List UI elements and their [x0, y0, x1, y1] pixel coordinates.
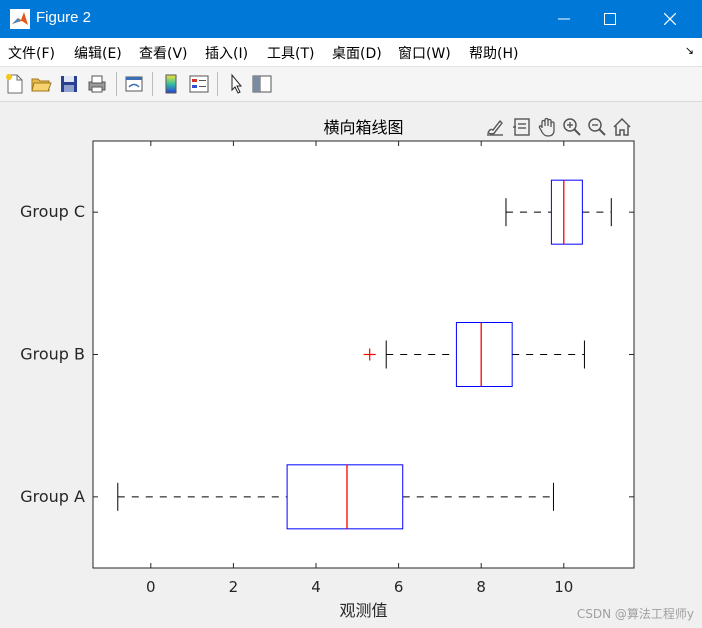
link-plot-icon[interactable]	[123, 73, 145, 95]
menu-help[interactable]: 帮助(H)	[469, 43, 518, 63]
maximize-button[interactable]	[587, 0, 633, 38]
select-pointer-icon[interactable]	[225, 73, 247, 95]
property-inspector-icon[interactable]	[251, 73, 273, 95]
toolbar-separator	[116, 72, 117, 96]
new-figure-icon[interactable]	[4, 73, 26, 95]
menu-tools[interactable]: 工具(T)	[267, 43, 314, 63]
menu-window[interactable]: 窗口(W)	[398, 43, 451, 63]
legend-icon[interactable]	[188, 73, 210, 95]
figure-toolbar	[0, 67, 702, 102]
window-titlebar: Figure 2	[0, 0, 702, 38]
brush-icon[interactable]	[484, 116, 506, 138]
minimize-button[interactable]	[541, 0, 587, 38]
watermark-text: CSDN @算法工程师y	[576, 607, 694, 621]
figure-canvas	[0, 102, 702, 628]
matlab-logo-icon	[10, 9, 30, 29]
toolbar-separator	[217, 72, 218, 96]
menu-overflow-arrow-icon[interactable]: ↘	[685, 44, 694, 57]
menu-desktop[interactable]: 桌面(D)	[332, 43, 382, 63]
menu-edit[interactable]: 编辑(E)	[74, 43, 122, 63]
pan-icon[interactable]	[536, 116, 558, 138]
datatip-icon[interactable]	[511, 116, 533, 138]
window-title: Figure 2	[36, 9, 92, 26]
print-icon[interactable]	[86, 73, 108, 95]
open-file-icon[interactable]	[30, 73, 52, 95]
save-icon[interactable]	[58, 73, 80, 95]
maximize-icon	[604, 13, 616, 25]
close-icon	[664, 13, 676, 25]
minimize-icon	[558, 18, 570, 20]
menu-insert[interactable]: 插入(I)	[205, 43, 248, 63]
colorbar-icon[interactable]	[160, 73, 182, 95]
menu-bar: 文件(F) 编辑(E) 查看(V) 插入(I) 工具(T) 桌面(D) 窗口(W…	[0, 38, 702, 67]
zoom-out-icon[interactable]	[586, 116, 608, 138]
zoom-in-icon[interactable]	[561, 116, 583, 138]
home-icon[interactable]	[611, 116, 633, 138]
menu-file[interactable]: 文件(F)	[8, 43, 55, 63]
menu-view[interactable]: 查看(V)	[139, 43, 188, 63]
close-button[interactable]	[647, 0, 693, 38]
toolbar-separator	[152, 72, 153, 96]
